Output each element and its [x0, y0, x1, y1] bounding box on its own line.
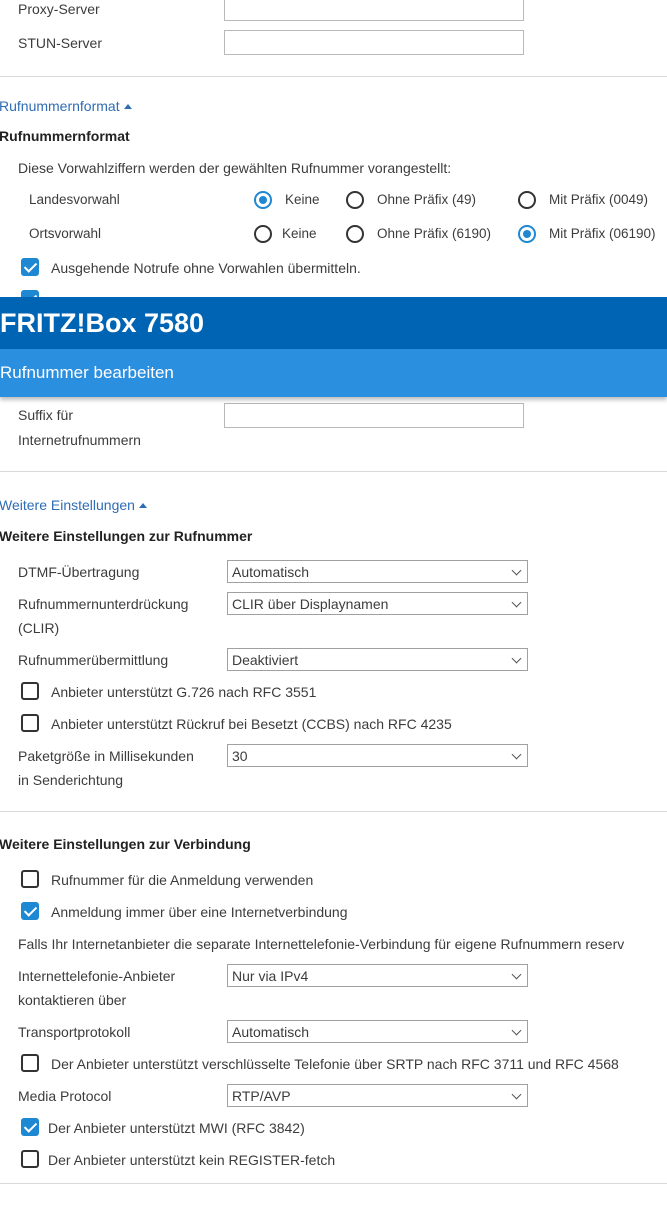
use-number-label: Rufnummer für die Anmeldung verwenden — [51, 872, 314, 888]
emergency-checkbox[interactable] — [21, 258, 39, 276]
chevron-down-icon — [511, 749, 522, 760]
register-fetch-label: Der Anbieter unterstützt kein REGISTER-f… — [48, 1152, 336, 1168]
always-internet-checkbox[interactable] — [21, 902, 39, 920]
packet-size-select[interactable]: 30 — [227, 744, 528, 767]
clip-select-value: Deaktiviert — [232, 652, 299, 668]
dtmf-label: DTMF-Übertragung — [18, 564, 140, 580]
packet-size-select-value: 30 — [232, 748, 248, 764]
area-without-prefix-radio[interactable] — [346, 225, 364, 243]
clip-label: Rufnummerübermittlung — [18, 652, 169, 668]
mwi-label: Der Anbieter unterstützt MWI (RFC 3842) — [48, 1120, 305, 1136]
chevron-down-icon — [511, 1089, 522, 1100]
country-none-label: Keine — [285, 192, 320, 207]
clir-label-line1: Rufnummernunterdrückung — [18, 596, 189, 612]
media-protocol-select-value: RTP/AVP — [232, 1088, 291, 1104]
product-title: FRITZ!Box 7580 — [0, 297, 667, 349]
emergency-label: Ausgehende Notrufe ohne Vorwahlen übermi… — [51, 260, 361, 276]
use-number-checkbox[interactable] — [21, 870, 39, 888]
country-code-label: Landesvorwahl — [29, 192, 120, 207]
number-format-heading: Rufnummernformat — [0, 128, 130, 144]
suffix-input[interactable] — [224, 403, 524, 428]
suffix-label-line1: Suffix für — [18, 407, 73, 423]
stun-server-input[interactable] — [224, 30, 524, 55]
provider-select[interactable]: Nur via IPv4 — [227, 964, 528, 987]
provider-label-line1: Internettelefonie-Anbieter — [18, 968, 176, 984]
mwi-checkbox[interactable] — [21, 1118, 39, 1136]
proxy-server-label: Proxy-Server — [18, 1, 100, 17]
country-none-radio[interactable] — [254, 191, 272, 209]
srtp-checkbox[interactable] — [21, 1054, 39, 1072]
suffix-label-line2: Internetrufnummern — [18, 432, 141, 448]
country-with-prefix-label: Mit Präfix (0049) — [549, 192, 649, 207]
more-settings-heading: Weitere Einstellungen zur Rufnummer — [0, 528, 253, 544]
register-fetch-checkbox[interactable] — [21, 1150, 39, 1168]
area-code-label: Ortsvorwahl — [29, 226, 102, 241]
country-without-prefix-radio[interactable] — [346, 191, 364, 209]
ccbs-label: Anbieter unterstützt Rückruf bei Besetzt… — [51, 716, 452, 732]
connection-info-text: Falls Ihr Internetanbieter die separate … — [18, 936, 625, 952]
dtmf-select[interactable]: Automatisch — [227, 560, 528, 583]
transport-select-value: Automatisch — [232, 1024, 310, 1040]
packet-size-label-line2: in Senderichtung — [18, 772, 124, 788]
divider — [0, 811, 667, 812]
area-without-prefix-label: Ohne Präfix (6190) — [377, 226, 492, 241]
media-protocol-select[interactable]: RTP/AVP — [227, 1084, 528, 1107]
clir-select[interactable]: CLIR über Displaynamen — [227, 592, 528, 615]
clir-select-value: CLIR über Displaynamen — [232, 596, 389, 612]
divider — [0, 1183, 667, 1184]
more-settings-toggle[interactable]: Weitere Einstellungen — [0, 496, 147, 514]
area-with-prefix-label: Mit Präfix (06190) — [549, 226, 656, 241]
area-none-label: Keine — [282, 226, 317, 241]
g726-label: Anbieter unterstützt G.726 nach RFC 3551 — [51, 684, 317, 700]
chevron-down-icon — [511, 565, 522, 576]
chevron-down-icon — [511, 653, 522, 664]
stun-server-label: STUN-Server — [18, 35, 103, 51]
chevron-down-icon — [511, 1025, 522, 1036]
country-without-prefix-label: Ohne Präfix (49) — [377, 192, 477, 207]
g726-checkbox[interactable] — [21, 682, 39, 700]
clip-select[interactable]: Deaktiviert — [227, 648, 528, 671]
ccbs-checkbox[interactable] — [21, 714, 39, 732]
chevron-down-icon — [511, 597, 522, 608]
clir-label-line2: (CLIR) — [18, 620, 60, 636]
area-none-radio[interactable] — [254, 225, 272, 243]
provider-label-line2: kontaktieren über — [18, 992, 127, 1008]
always-internet-label: Anmeldung immer über eine Internetverbin… — [51, 904, 348, 920]
area-with-prefix-radio[interactable] — [518, 225, 536, 243]
srtp-label: Der Anbieter unterstützt verschlüsselte … — [51, 1056, 619, 1072]
proxy-server-input[interactable] — [224, 0, 524, 21]
collapse-triangle-icon — [138, 503, 147, 508]
chevron-down-icon — [511, 969, 522, 980]
dtmf-select-value: Automatisch — [232, 564, 310, 580]
number-format-toggle[interactable]: Rufnummernformat — [0, 97, 132, 115]
connection-heading: Weitere Einstellungen zur Verbindung — [0, 836, 251, 852]
packet-size-label-line1: Paketgröße in Millisekunden — [18, 748, 194, 764]
transport-select[interactable]: Automatisch — [227, 1020, 528, 1043]
transport-label: Transportprotokoll — [18, 1024, 131, 1040]
divider — [0, 76, 667, 77]
media-protocol-label: Media Protocol — [18, 1088, 112, 1104]
page-subtitle: Rufnummer bearbeiten — [0, 349, 667, 397]
collapse-triangle-icon — [123, 104, 132, 109]
number-format-intro: Diese Vorwahlziffern werden der gewählte… — [18, 160, 452, 176]
country-with-prefix-radio[interactable] — [518, 191, 536, 209]
provider-select-value: Nur via IPv4 — [232, 968, 309, 984]
divider — [0, 471, 667, 472]
